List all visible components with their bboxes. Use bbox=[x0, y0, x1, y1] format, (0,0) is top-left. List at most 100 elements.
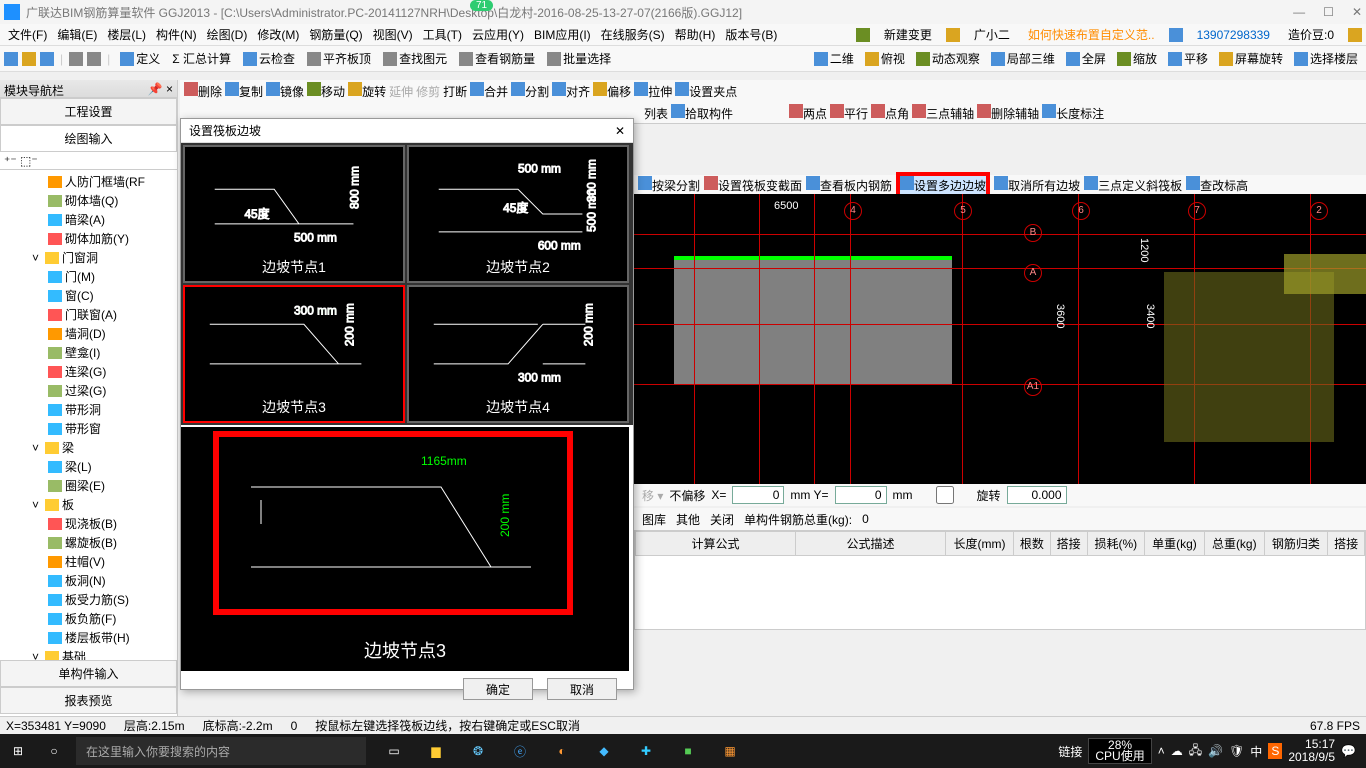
trim-btn[interactable]: 修剪 bbox=[416, 83, 440, 100]
save-icon[interactable] bbox=[40, 52, 54, 66]
edit-elev-btn[interactable]: 查改标高 bbox=[1186, 176, 1248, 194]
2d-btn[interactable]: 二维 bbox=[810, 48, 858, 69]
find-btn[interactable]: 查找图元 bbox=[379, 48, 451, 69]
menu-online[interactable]: 在线服务(S) bbox=[597, 24, 669, 45]
mirror-btn[interactable]: 镜像 bbox=[266, 82, 304, 100]
tray-notif-icon[interactable]: 💬 bbox=[1341, 744, 1356, 758]
search-input[interactable]: 在这里输入你要搜索的内容 bbox=[76, 737, 366, 765]
minimize-icon[interactable]: — bbox=[1293, 5, 1305, 19]
tree-group[interactable]: ˅基础 bbox=[4, 647, 173, 660]
batch-select-btn[interactable]: 批量选择 bbox=[543, 48, 615, 69]
close-btn[interactable]: 关闭 bbox=[710, 511, 734, 528]
offset-btn[interactable]: 偏移 bbox=[593, 82, 631, 100]
screen-rotate-btn[interactable]: 屏幕旋转 bbox=[1215, 48, 1287, 69]
account-link[interactable]: 13907298339 bbox=[1193, 26, 1274, 44]
shift-select[interactable]: 不偏移 bbox=[669, 487, 705, 504]
cortana-icon[interactable]: ○ bbox=[36, 734, 72, 768]
define-btn[interactable]: 定义 bbox=[116, 48, 164, 69]
tree-group[interactable]: ˅板 bbox=[4, 495, 173, 514]
tree-item[interactable]: 连梁(G) bbox=[4, 362, 173, 381]
orbit-btn[interactable]: 动态观察 bbox=[912, 48, 984, 69]
start-button[interactable]: ⊞ bbox=[0, 734, 36, 768]
align-btn[interactable]: 对齐 bbox=[552, 82, 590, 100]
view-rebar-btn[interactable]: 查看钢筋量 bbox=[455, 48, 539, 69]
menu-edit[interactable]: 编辑(E) bbox=[53, 24, 101, 45]
tree-item[interactable]: 门联窗(A) bbox=[4, 305, 173, 324]
menu-floor[interactable]: 楼层(L) bbox=[103, 24, 150, 45]
tray-vol-icon[interactable]: 🔊 bbox=[1208, 744, 1223, 758]
break-btn[interactable]: 打断 bbox=[443, 83, 467, 100]
menu-draw[interactable]: 绘图(D) bbox=[203, 24, 252, 45]
task-taskview[interactable]: ▭ bbox=[374, 736, 414, 766]
tip-link[interactable]: 如何快速布置自定义范.. bbox=[1024, 24, 1159, 45]
tree-mode-btns[interactable]: ⁺⁻ ⬚⁻ bbox=[0, 152, 177, 170]
slope-thumb-3[interactable]: 300 mm200 mm 边坡节点3 bbox=[183, 285, 405, 423]
tab-report[interactable]: 报表预览 bbox=[0, 687, 177, 714]
rotate-checkbox[interactable] bbox=[919, 486, 971, 504]
tree-item[interactable]: 楼层板带(H) bbox=[4, 628, 173, 647]
cancel-slope-btn[interactable]: 取消所有边坡 bbox=[994, 176, 1080, 194]
topview-btn[interactable]: 俯视 bbox=[861, 48, 909, 69]
parallel-btn[interactable]: 平行 bbox=[830, 104, 868, 122]
dialog-close-icon[interactable]: ✕ bbox=[615, 124, 625, 138]
list-btn[interactable]: 列表 bbox=[644, 105, 668, 122]
slope-thumb-4[interactable]: 300 mm200 mm 边坡节点4 bbox=[407, 285, 629, 423]
task-app1[interactable]: ❂ bbox=[458, 736, 498, 766]
tree-item[interactable]: 圈梁(E) bbox=[4, 476, 173, 495]
fullscreen-btn[interactable]: 全屏 bbox=[1062, 48, 1110, 69]
redo-icon[interactable] bbox=[87, 52, 101, 66]
tree-item[interactable]: 门(M) bbox=[4, 267, 173, 286]
tree-item[interactable]: 人防门框墙(RF bbox=[4, 172, 173, 191]
split-by-beam-btn[interactable]: 按梁分割 bbox=[638, 176, 700, 194]
new-change-btn[interactable]: 新建变更 bbox=[880, 24, 936, 45]
lib-btn[interactable]: 图库 bbox=[642, 511, 666, 528]
menu-bim[interactable]: BIM应用(I) bbox=[530, 24, 595, 45]
tab-draw[interactable]: 绘图输入 bbox=[0, 125, 177, 152]
tree-item[interactable]: 砌体墙(Q) bbox=[4, 191, 173, 210]
task-app4[interactable]: ✚ bbox=[626, 736, 666, 766]
pick-btn[interactable]: 拾取构件 bbox=[671, 104, 733, 122]
task-app5[interactable]: ■ bbox=[668, 736, 708, 766]
slope-thumb-2[interactable]: 500 mm45度600 mm300 mm500 mm 边坡节点2 bbox=[407, 145, 629, 283]
user-link[interactable]: 广小二 bbox=[970, 24, 1014, 45]
delaxis-btn[interactable]: 删除辅轴 bbox=[977, 104, 1039, 122]
y-input[interactable] bbox=[835, 486, 887, 504]
tray-shield-icon[interactable]: 🛡 bbox=[1229, 744, 1244, 758]
align-top-btn[interactable]: 平齐板顶 bbox=[303, 48, 375, 69]
tray-up-icon[interactable]: ˄ bbox=[1158, 744, 1165, 758]
menu-component[interactable]: 构件(N) bbox=[152, 24, 201, 45]
tree-item[interactable]: 暗梁(A) bbox=[4, 210, 173, 229]
tree-item[interactable]: 带形窗 bbox=[4, 419, 173, 438]
view-inner-rebar-btn[interactable]: 查看板内钢筋 bbox=[806, 176, 892, 194]
x-input[interactable] bbox=[732, 486, 784, 504]
menu-help[interactable]: 帮助(H) bbox=[671, 24, 720, 45]
ptangle-btn[interactable]: 点角 bbox=[871, 104, 909, 122]
tree-item[interactable]: 砌体加筋(Y) bbox=[4, 229, 173, 248]
undo-icon[interactable] bbox=[69, 52, 83, 66]
tray-ime[interactable]: 中 bbox=[1250, 743, 1262, 760]
copy-btn[interactable]: 复制 bbox=[225, 82, 263, 100]
tree-item[interactable]: 板负筋(F) bbox=[4, 609, 173, 628]
rotate-btn[interactable]: 旋转 bbox=[348, 82, 386, 100]
menu-version[interactable]: 版本号(B) bbox=[721, 24, 781, 45]
task-app3[interactable]: ◆ bbox=[584, 736, 624, 766]
tree-item[interactable]: 壁龛(I) bbox=[4, 343, 173, 362]
tree-group[interactable]: ˅梁 bbox=[4, 438, 173, 457]
tree-group[interactable]: ˅门窗洞 bbox=[4, 248, 173, 267]
tray-sogou-icon[interactable]: S bbox=[1268, 743, 1282, 759]
open-icon[interactable] bbox=[22, 52, 36, 66]
tree-item[interactable]: 墙洞(D) bbox=[4, 324, 173, 343]
delete-btn[interactable]: 删除 bbox=[184, 82, 222, 100]
task-edge[interactable]: ⓔ bbox=[500, 736, 540, 766]
grip-btn[interactable]: 设置夹点 bbox=[675, 82, 737, 100]
ok-button[interactable]: 确定 bbox=[463, 678, 533, 700]
twopt-btn[interactable]: 两点 bbox=[789, 104, 827, 122]
slope-thumb-1[interactable]: 45度500 mm800 mm 边坡节点1 bbox=[183, 145, 405, 283]
menu-tools[interactable]: 工具(T) bbox=[419, 24, 466, 45]
extend-btn[interactable]: 延伸 bbox=[389, 83, 413, 100]
menu-view[interactable]: 视图(V) bbox=[369, 24, 417, 45]
tray-conn[interactable]: 链接 bbox=[1058, 743, 1082, 760]
threept-slope-btn[interactable]: 三点定义斜筏板 bbox=[1084, 176, 1182, 194]
select-floor-btn[interactable]: 选择楼层 bbox=[1290, 48, 1362, 69]
task-app6[interactable]: ▦ bbox=[710, 736, 750, 766]
